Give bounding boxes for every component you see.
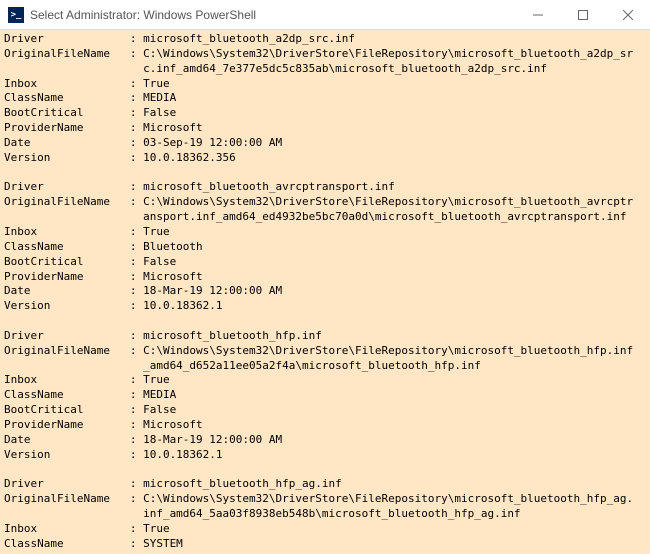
output-line: ProviderName : Microsoft	[4, 270, 646, 285]
blank-line	[4, 314, 646, 329]
output-line: ClassName : Bluetooth	[4, 240, 646, 255]
powershell-icon: >_	[8, 7, 24, 23]
minimize-button[interactable]	[515, 0, 560, 30]
selected-region: Driver : microsoft_bluetooth_a2dp_src.in…	[0, 30, 650, 554]
output-line: OriginalFileName : C:\Windows\System32\D…	[4, 492, 646, 507]
output-line: Driver : microsoft_bluetooth_avrcptransp…	[4, 180, 646, 195]
output-line: OriginalFileName : C:\Windows\System32\D…	[4, 344, 646, 359]
output-line: Date : 18-Mar-19 12:00:00 AM	[4, 433, 646, 448]
blank-line	[4, 462, 646, 477]
output-line: Date : 03-Sep-19 12:00:00 AM	[4, 136, 646, 151]
output-line: ClassName : MEDIA	[4, 388, 646, 403]
window-title: Select Administrator: Windows PowerShell	[30, 8, 515, 22]
output-line: Inbox : True	[4, 373, 646, 388]
output-line: Inbox : True	[4, 522, 646, 537]
output-line: OriginalFileName : C:\Windows\System32\D…	[4, 47, 646, 62]
output-line: ansport.inf_amd64_ed4932be5bc70a0d\micro…	[4, 210, 646, 225]
output-line: ProviderName : Microsoft	[4, 121, 646, 136]
output-line: Driver : microsoft_bluetooth_hfp_ag.inf	[4, 477, 646, 492]
output-line: Version : 10.0.18362.1	[4, 299, 646, 314]
blank-line	[4, 166, 646, 181]
output-line: Inbox : True	[4, 77, 646, 92]
output-line: Version : 10.0.18362.1	[4, 448, 646, 463]
output-line: Driver : microsoft_bluetooth_a2dp_src.in…	[4, 32, 646, 47]
output-line: Driver : microsoft_bluetooth_hfp.inf	[4, 329, 646, 344]
output-line: Version : 10.0.18362.356	[4, 151, 646, 166]
output-line: ProviderName : Microsoft	[4, 418, 646, 433]
output-line: inf_amd64_5aa03f8938eb548b\microsoft_blu…	[4, 507, 646, 522]
titlebar[interactable]: >_ Select Administrator: Windows PowerSh…	[0, 0, 650, 30]
output-line: BootCritical : False	[4, 255, 646, 270]
output-line: BootCritical : False	[4, 106, 646, 121]
output-line: _amd64_d652a11ee05a2f4a\microsoft_blueto…	[4, 359, 646, 374]
window-controls	[515, 0, 650, 30]
output-line: BootCritical : False	[4, 403, 646, 418]
maximize-button[interactable]	[560, 0, 605, 30]
output-line: ClassName : SYSTEM	[4, 537, 646, 552]
close-button[interactable]	[605, 0, 650, 30]
output-line: OriginalFileName : C:\Windows\System32\D…	[4, 195, 646, 210]
output-line: Date : 18-Mar-19 12:00:00 AM	[4, 284, 646, 299]
output-line: ClassName : MEDIA	[4, 91, 646, 106]
console-output[interactable]: Driver : microsoft_bluetooth_a2dp_src.in…	[0, 30, 650, 554]
output-line: c.inf_amd64_7e377e5dc5c835ab\microsoft_b…	[4, 62, 646, 77]
output-line: Inbox : True	[4, 225, 646, 240]
